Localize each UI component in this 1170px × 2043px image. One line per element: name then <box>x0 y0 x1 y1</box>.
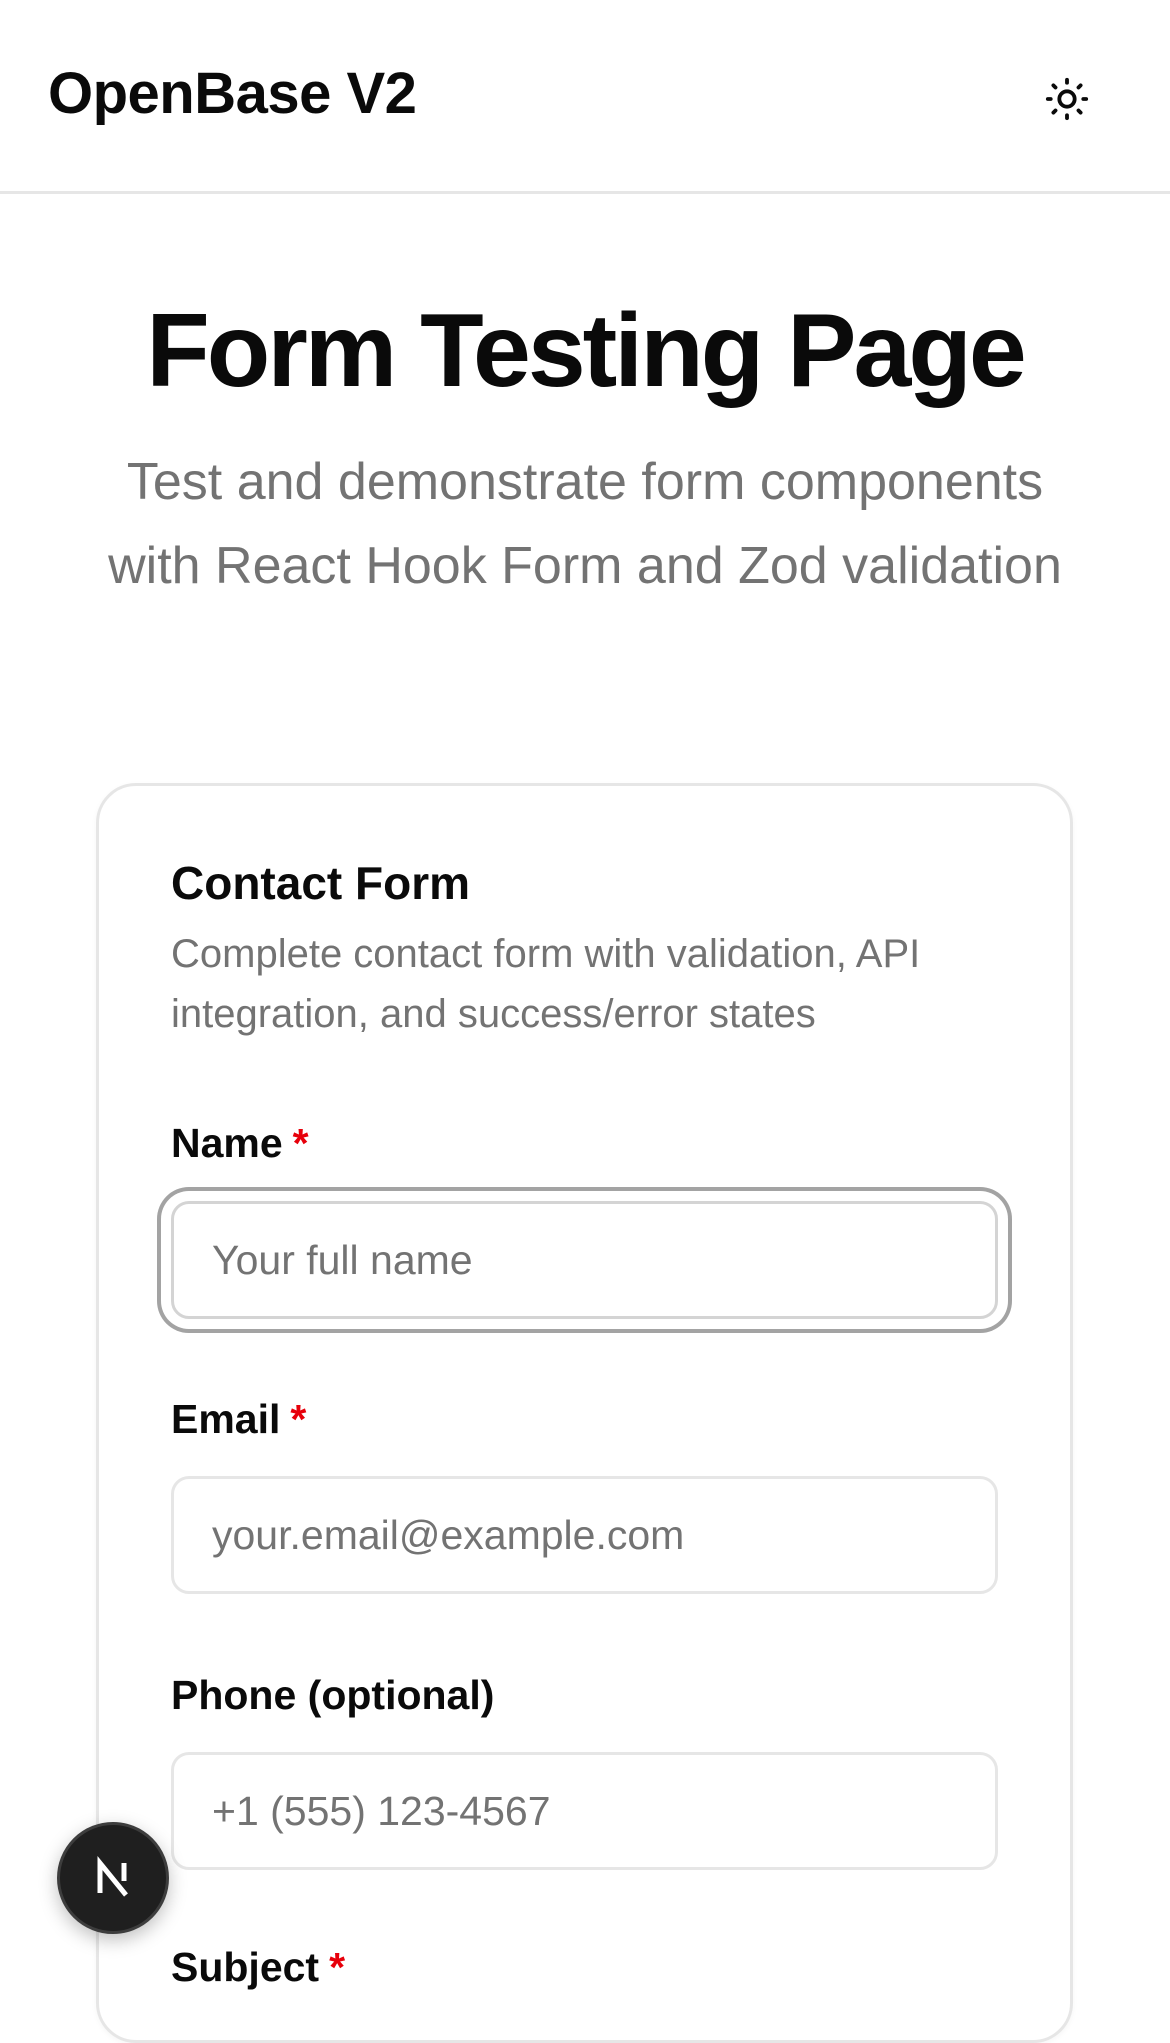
form-description: Complete contact form with validation, A… <box>171 932 921 1036</box>
page-subtitle: Test and demonstrate form components wit… <box>108 453 1062 595</box>
name-input[interactable] <box>171 1201 998 1319</box>
subject-label-text: Subject <box>171 1944 320 1990</box>
required-marker: * <box>290 1396 307 1442</box>
required-marker: * <box>329 1944 346 1990</box>
name-label: Name * <box>171 1120 309 1167</box>
phone-input[interactable] <box>171 1752 998 1870</box>
subject-label: Subject * <box>171 1944 345 1991</box>
theme-toggle-button[interactable] <box>1038 70 1096 128</box>
form-title: Contact Form <box>171 857 470 909</box>
brand-logo-text[interactable]: OpenBase V2 <box>48 60 417 127</box>
nextjs-dev-badge[interactable] <box>57 1822 169 1934</box>
phone-label: Phone (optional) <box>171 1672 494 1719</box>
sun-icon <box>1045 77 1089 121</box>
phone-label-text: Phone (optional) <box>171 1672 495 1718</box>
page-title: Form Testing Page <box>146 293 1026 409</box>
top-nav: OpenBase V2 <box>0 0 1170 194</box>
email-label-text: Email <box>171 1396 281 1442</box>
nextjs-logo-icon <box>97 1855 128 1897</box>
email-input[interactable] <box>171 1476 998 1594</box>
required-marker: * <box>292 1120 309 1166</box>
name-label-text: Name <box>171 1120 283 1166</box>
email-label: Email * <box>171 1396 306 1443</box>
